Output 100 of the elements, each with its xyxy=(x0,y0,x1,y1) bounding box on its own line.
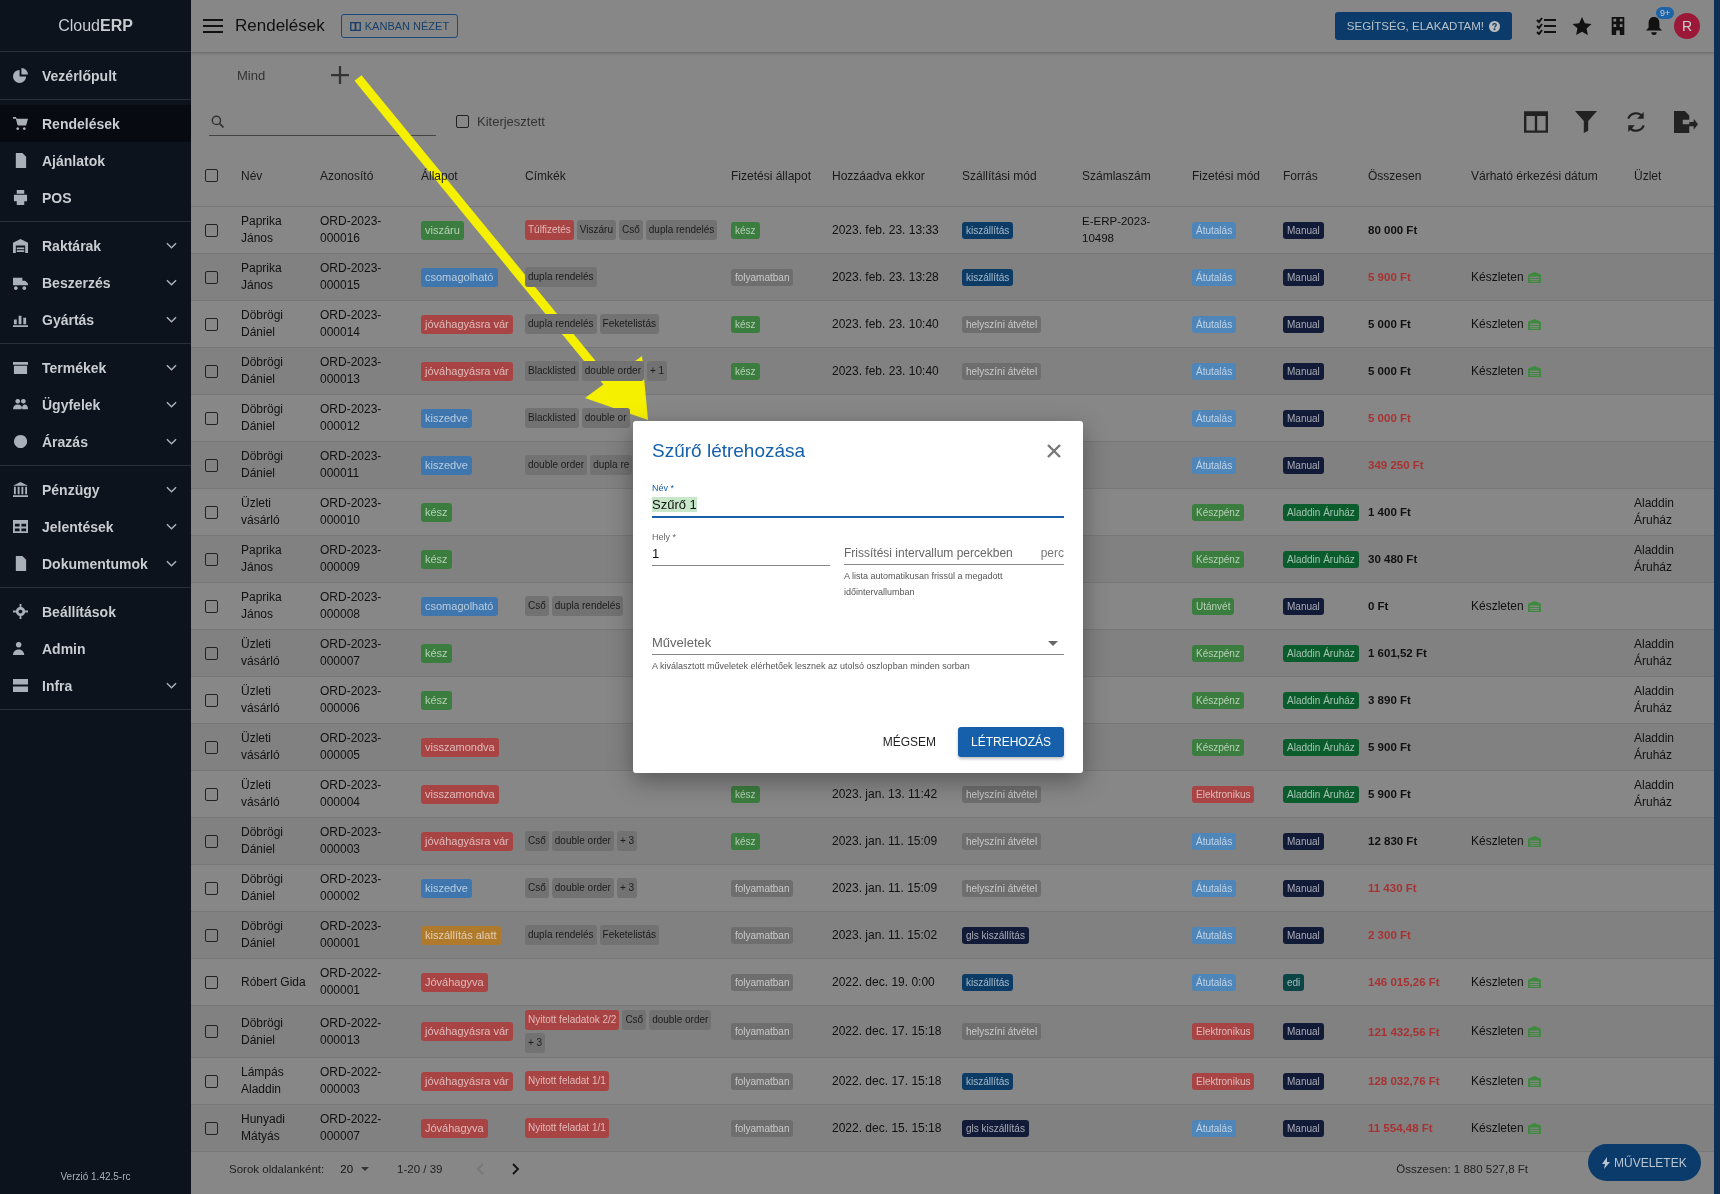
close-icon[interactable] xyxy=(1047,444,1061,458)
order-id[interactable]: ORD-2023-000005 xyxy=(320,730,409,764)
row-checkbox[interactable] xyxy=(205,552,218,566)
payment-method-badge: Átutalás xyxy=(1192,456,1237,474)
sidebar-item[interactable]: Vezérlőpult xyxy=(0,57,191,94)
sidebar-item[interactable]: Ajánlatok xyxy=(0,142,191,179)
order-id[interactable]: ORD-2022-000001 xyxy=(320,965,409,999)
bell-icon[interactable] xyxy=(1644,17,1664,35)
kanban-view-button[interactable]: KANBAN NÉZET xyxy=(340,14,459,38)
row-checkbox[interactable] xyxy=(205,270,218,284)
row-checkbox[interactable] xyxy=(205,317,218,331)
row-checkbox[interactable] xyxy=(205,599,218,613)
order-id[interactable]: ORD-2023-000013 xyxy=(320,354,409,388)
order-id[interactable]: ORD-2022-000007 xyxy=(320,1111,409,1145)
cancel-button[interactable]: MÉGSEM xyxy=(874,727,944,757)
row-checkbox[interactable] xyxy=(205,740,218,754)
add-icon[interactable] xyxy=(331,66,350,84)
order-id[interactable]: ORD-2022-000013 xyxy=(320,1014,409,1049)
actions-button[interactable]: MŰVELETEK xyxy=(1588,1144,1701,1181)
row-checkbox[interactable] xyxy=(205,787,218,801)
tag: Cső xyxy=(525,878,549,898)
row-checkbox[interactable] xyxy=(205,975,218,989)
column-header[interactable]: Szállítási mód xyxy=(962,168,1037,183)
row-checkbox[interactable] xyxy=(205,646,218,660)
order-total: 1 400 Ft xyxy=(1368,506,1411,518)
payment-method-badge: Átutalás xyxy=(1192,221,1237,239)
sidebar-item[interactable]: Pénzügy xyxy=(0,471,191,508)
checklist-icon[interactable] xyxy=(1536,17,1556,35)
checkbox[interactable] xyxy=(456,115,469,128)
customer-name: Paprika János xyxy=(241,542,283,576)
filter-tab[interactable]: Mind xyxy=(211,55,292,95)
columns-icon[interactable] xyxy=(1524,110,1548,133)
row-checkbox[interactable] xyxy=(205,364,218,378)
user-avatar[interactable]: R xyxy=(1674,13,1700,39)
interval-field[interactable]: Frissítési intervallum percekben perc xyxy=(844,532,1064,565)
sidebar-item[interactable]: POS xyxy=(0,179,191,216)
row-checkbox[interactable] xyxy=(205,1025,218,1038)
column-header[interactable]: Fizetési mód xyxy=(1192,168,1261,183)
row-checkbox[interactable] xyxy=(205,1121,218,1135)
place-field[interactable]: Hely * 1 xyxy=(652,532,830,566)
sidebar-item[interactable]: Admin xyxy=(0,630,191,667)
column-header[interactable]: Név xyxy=(241,168,263,183)
order-id[interactable]: ORD-2022-000003 xyxy=(320,1064,409,1098)
sidebar-item[interactable]: Rendelések xyxy=(0,105,191,142)
row-checkbox[interactable] xyxy=(205,458,218,472)
order-id[interactable]: ORD-2023-000016 xyxy=(320,213,409,247)
help-button[interactable]: SEGÍTSÉG, ELAKADTAM! xyxy=(1334,12,1512,40)
order-id[interactable]: ORD-2023-000014 xyxy=(320,307,409,341)
order-id[interactable]: ORD-2023-000008 xyxy=(320,589,409,623)
column-header[interactable]: Azonosító xyxy=(320,168,374,183)
order-id[interactable]: ORD-2023-000002 xyxy=(320,871,409,905)
column-header[interactable]: Várható érkezési dátum xyxy=(1471,168,1598,183)
select-all-checkbox[interactable] xyxy=(205,169,218,182)
row-checkbox[interactable] xyxy=(205,834,218,848)
order-id[interactable]: ORD-2023-000010 xyxy=(320,495,409,529)
order-id[interactable]: ORD-2023-000012 xyxy=(320,401,409,435)
export-icon[interactable] xyxy=(1674,110,1698,133)
sidebar-item[interactable]: Árazás xyxy=(0,423,191,460)
sidebar-item[interactable]: Dokumentumok xyxy=(0,545,191,582)
column-header[interactable]: Címkék xyxy=(525,168,566,183)
column-header[interactable]: Fizetési állapot xyxy=(731,168,812,183)
menu-icon[interactable] xyxy=(203,17,223,35)
rows-per-page-select[interactable]: 20 xyxy=(340,1162,370,1175)
order-id[interactable]: ORD-2023-000006 xyxy=(320,683,409,717)
create-button[interactable]: LÉTREHOZÁS xyxy=(958,727,1064,757)
column-header[interactable]: Forrás xyxy=(1283,168,1318,183)
column-header[interactable]: Hozzáadva ekkor xyxy=(832,168,925,183)
row-checkbox[interactable] xyxy=(205,881,218,895)
order-id[interactable]: ORD-2023-000003 xyxy=(320,824,409,858)
sidebar-item[interactable]: Gyártás xyxy=(0,301,191,338)
sidebar-item[interactable]: Raktárak xyxy=(0,227,191,264)
actions-select[interactable]: Műveletek xyxy=(652,622,1064,655)
source-badge: Manual xyxy=(1283,926,1324,944)
sidebar-item[interactable]: Ügyfelek xyxy=(0,386,191,423)
filter-icon[interactable] xyxy=(1574,110,1598,133)
order-id[interactable]: ORD-2023-000011 xyxy=(320,448,409,482)
row-checkbox[interactable] xyxy=(205,1074,218,1088)
row-checkbox[interactable] xyxy=(205,505,218,519)
customer-name: Paprika János xyxy=(241,213,283,247)
name-field[interactable]: Név * Szűrő 1 xyxy=(652,483,1064,518)
column-header[interactable]: Összesen xyxy=(1368,168,1422,183)
row-checkbox[interactable] xyxy=(205,223,218,237)
sidebar-item[interactable]: Infra xyxy=(0,667,191,704)
sidebar-item[interactable]: Jelentések xyxy=(0,508,191,545)
sidebar-item[interactable]: Beállítások xyxy=(0,593,191,630)
order-id[interactable]: ORD-2023-000007 xyxy=(320,636,409,670)
order-id[interactable]: ORD-2023-000015 xyxy=(320,260,409,294)
next-page-icon[interactable] xyxy=(512,1162,521,1175)
row-checkbox[interactable] xyxy=(205,928,218,942)
customer-name: Üzleti vásárló xyxy=(241,636,281,670)
row-checkbox[interactable] xyxy=(205,411,218,425)
row-checkbox[interactable] xyxy=(205,693,218,707)
order-id[interactable]: ORD-2023-000004 xyxy=(320,777,409,811)
star-icon[interactable] xyxy=(1572,17,1592,35)
order-id[interactable]: ORD-2023-000009 xyxy=(320,542,409,576)
sidebar-item[interactable]: Beszerzés xyxy=(0,264,191,301)
order-id[interactable]: ORD-2023-000001 xyxy=(320,918,409,952)
sidebar-item[interactable]: Termékek xyxy=(0,349,191,386)
column-header[interactable]: Üzlet xyxy=(1634,168,1662,183)
column-header[interactable]: Számlaszám xyxy=(1082,168,1151,183)
